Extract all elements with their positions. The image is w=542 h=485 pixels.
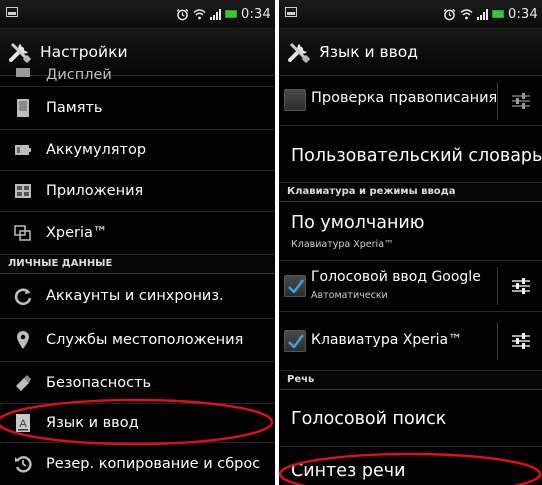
wifi-icon — [460, 9, 473, 20]
location-pin-icon — [8, 328, 38, 352]
language-input-icon: A — [8, 411, 38, 435]
divider — [497, 267, 498, 305]
tools-icon — [288, 42, 310, 63]
list-item-display-partial[interactable]: Дисплей — [0, 62, 275, 87]
list-item-label: Безопасность — [46, 374, 152, 391]
page-title: Настройки — [40, 43, 128, 61]
display-icon — [8, 62, 38, 85]
list-item-battery[interactable]: Аккумулятор — [0, 130, 275, 171]
list-item-label: Аккаунты и синхрониз. — [46, 288, 224, 304]
xperia-keyboard-checkbox[interactable] — [284, 330, 306, 352]
list-item-label: Службы местоположения — [46, 332, 244, 348]
google-voice-typing-label: Голосовой ввод Google — [311, 269, 481, 285]
page-title: Язык и ввод — [319, 43, 419, 61]
list-item-apps[interactable]: Приложения — [0, 171, 275, 212]
checkmark-icon — [288, 334, 304, 348]
list-item-location[interactable]: Службы местоположения — [0, 319, 275, 362]
status-bar: 0:34 — [0, 0, 275, 29]
google-voice-typing-checkbox[interactable] — [284, 275, 306, 297]
xperia-keyboard-label: Клавиатура Xperia™ — [311, 332, 463, 348]
status-time: 0:34 — [508, 6, 538, 22]
signal-strength-icon — [477, 8, 488, 20]
spell-check-settings-icon[interactable] — [510, 91, 532, 111]
checkmark-icon — [288, 279, 304, 293]
default-keyboard-label: По умолчанию — [291, 213, 425, 233]
default-keyboard-value: Клавиатура Xperia™ — [291, 239, 394, 250]
xperia-icon — [8, 221, 38, 245]
user-dictionary-row[interactable]: Пользовательский словарь — [279, 126, 542, 183]
svg-text:A: A — [19, 418, 27, 430]
list-item-label: Язык и ввод — [46, 415, 139, 431]
list-item-memory[interactable]: Память — [0, 87, 275, 130]
divider — [497, 322, 498, 360]
language-input-screen: 0:34 Язык и ввод Проверка правописания П… — [279, 0, 542, 485]
backup-reset-icon — [8, 452, 38, 476]
spell-check-label: Проверка правописания — [311, 90, 498, 106]
notification-image-icon — [6, 7, 18, 17]
google-voice-typing-row[interactable]: Голосовой ввод Google Автоматически — [279, 261, 542, 312]
xperia-keyboard-settings-icon[interactable] — [510, 331, 532, 351]
spell-check-row[interactable]: Проверка правописания — [279, 76, 542, 126]
divider — [497, 82, 498, 120]
list-item-security[interactable]: Безопасность — [0, 362, 275, 404]
list-item-label: Резер. копирование и сброс — [46, 456, 261, 472]
user-dictionary-label: Пользовательский словарь — [291, 146, 542, 166]
list-item-xperia[interactable]: Xperia™ — [0, 212, 275, 255]
alarm-clock-icon — [443, 8, 456, 20]
xperia-keyboard-row[interactable]: Клавиатура Xperia™ — [279, 312, 542, 371]
section-header-personal: ЛИЧНЫЕ ДАННЫЕ — [0, 255, 275, 274]
voice-search-row[interactable]: Голосовой поиск — [279, 390, 542, 447]
wifi-icon — [193, 9, 206, 20]
list-item-backup-reset[interactable]: Резер. копирование и сброс — [0, 443, 275, 485]
section-header-speech: Речь — [279, 371, 542, 390]
section-header-keyboard: Клавиатура и режимы ввода — [279, 183, 542, 202]
apps-icon — [8, 179, 38, 203]
default-keyboard-row[interactable]: По умолчанию Клавиатура Xperia™ — [279, 202, 542, 261]
sync-icon — [8, 284, 38, 308]
security-icon — [8, 371, 38, 395]
signal-strength-icon — [210, 8, 221, 20]
app-title-bar[interactable]: Язык и ввод — [279, 29, 542, 76]
settings-screen: 0:34 Настройки Дисплей Память Аккумулято… — [0, 0, 275, 485]
battery-status-icon — [225, 10, 237, 18]
battery-icon — [8, 138, 38, 162]
status-bar: 0:34 — [279, 0, 542, 29]
memory-icon — [8, 96, 38, 120]
list-item-language-input[interactable]: A Язык и ввод — [0, 404, 275, 443]
list-item-label: Приложения — [46, 183, 144, 199]
list-item-label: Дисплей — [46, 67, 112, 83]
list-item-label: Xperia™ — [46, 225, 108, 241]
battery-status-icon — [492, 10, 504, 18]
list-item-label: Память — [46, 100, 103, 116]
tts-row[interactable]: Синтез речи — [279, 447, 542, 485]
status-time: 0:34 — [241, 6, 271, 22]
voice-search-label: Голосовой поиск — [291, 409, 447, 429]
spell-check-checkbox[interactable] — [284, 89, 306, 111]
tts-label: Синтез речи — [291, 461, 406, 481]
list-item-label: Аккумулятор — [46, 142, 147, 158]
google-voice-typing-settings-icon[interactable] — [510, 276, 532, 296]
google-voice-typing-value: Автоматически — [311, 290, 388, 301]
list-item-accounts-sync[interactable]: Аккаунты и синхрониз. — [0, 274, 275, 319]
notification-image-icon — [285, 7, 297, 17]
alarm-clock-icon — [176, 8, 189, 20]
